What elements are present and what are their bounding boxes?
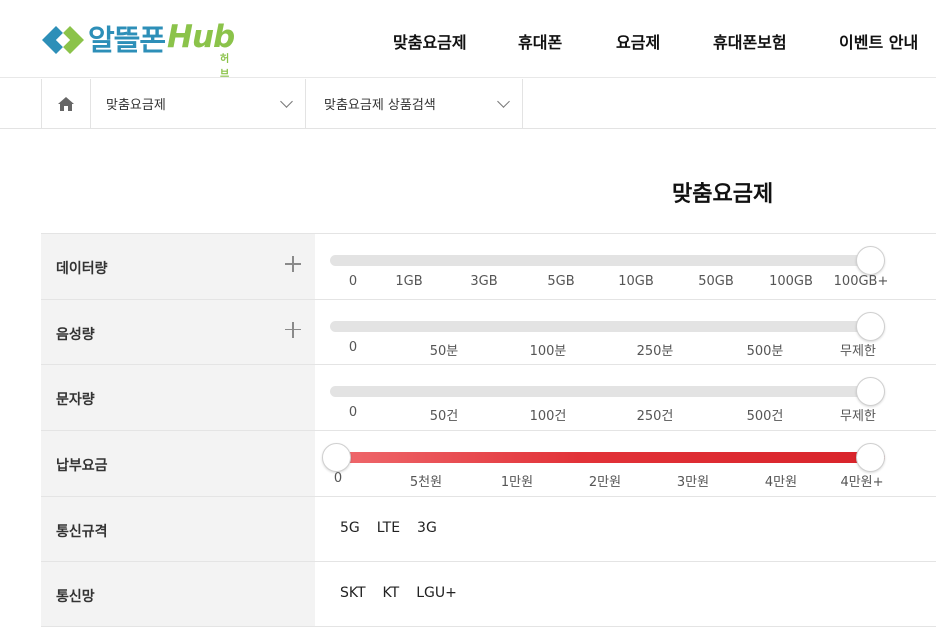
filter-label: 납부요금 — [56, 458, 108, 475]
slider-thumb-min[interactable] — [322, 443, 351, 473]
breadcrumb-level2-select[interactable]: 맞춤요금제 상품검색 — [305, 79, 523, 128]
filter-row-sms: 문자량 0 50건 100건 250건 500건 무제한 — [41, 364, 936, 431]
network-standard-options: 5G LTE 3G — [315, 497, 936, 562]
filter-label-cell: 통신망 — [41, 562, 315, 627]
plus-icon[interactable] — [285, 321, 301, 338]
filter-label-cell: 문자량 — [41, 365, 315, 431]
nav-item-phones[interactable]: 휴대폰 — [518, 29, 562, 53]
option-kt[interactable]: KT — [383, 585, 400, 601]
slider-tick: 250분 — [636, 343, 674, 359]
slider-tick: 100GB — [769, 274, 813, 289]
slider-tick: 1만원 — [500, 475, 534, 491]
slider-track-filled[interactable] — [330, 452, 885, 464]
filter-row-voice: 음성량 0 50분 100분 250분 500분 무제한 — [41, 298, 936, 365]
slider-tick: 0 — [333, 471, 343, 487]
slider-tick: 4만원+ — [840, 475, 884, 491]
filter-label-cell: 데이터량 — [41, 234, 315, 299]
filter-label: 음성량 — [56, 326, 95, 343]
slider-tick: 5GB — [547, 274, 575, 289]
home-icon — [58, 96, 74, 111]
filter-table: 데이터량 0 1GB 3GB 5GB 10GB 50GB 100GB 100GB… — [41, 233, 936, 628]
slider-tick: 무제한 — [840, 343, 876, 359]
option-skt[interactable]: SKT — [340, 585, 366, 601]
slider-tick: 250건 — [636, 409, 674, 425]
nav-item-phone-insurance[interactable]: 휴대폰보험 — [713, 29, 787, 53]
chevron-down-icon — [497, 95, 510, 108]
slider-tick: 500건 — [746, 409, 784, 425]
data-slider: 0 1GB 3GB 5GB 10GB 50GB 100GB 100GB+ — [315, 234, 936, 299]
chevron-down-icon — [280, 95, 293, 108]
logo-mark-icon — [42, 26, 84, 54]
slider-thumb[interactable] — [856, 311, 885, 341]
slider-tick: 1GB — [395, 274, 423, 289]
slider-track[interactable] — [330, 255, 885, 266]
slider-tick: 4만원 — [764, 475, 798, 491]
slider-tick: 2만원 — [588, 475, 622, 491]
site-header: 알뜰폰 Hub 허브 맞춤요금제 휴대폰 요금제 휴대폰보험 이벤트 안내 — [0, 0, 936, 80]
option-lgu[interactable]: LGU+ — [416, 585, 457, 601]
slider-tick: 50건 — [429, 409, 459, 425]
breadcrumb-home[interactable] — [41, 79, 90, 128]
filter-label-cell: 통신규격 — [41, 496, 315, 562]
slider-track[interactable] — [330, 320, 885, 332]
slider-tick: 100건 — [529, 409, 567, 425]
filter-row-data: 데이터량 0 1GB 3GB 5GB 10GB 50GB 100GB 100GB… — [41, 233, 936, 299]
site-logo[interactable]: 알뜰폰 Hub 허브 — [40, 18, 235, 80]
slider-tick: 50분 — [429, 343, 459, 359]
slider-tick: 10GB — [618, 274, 654, 289]
filter-label: 문자량 — [56, 392, 95, 409]
filter-label: 데이터량 — [56, 261, 108, 277]
page-title: 맞춤요금제 — [672, 182, 774, 207]
logo-wordmark: 알뜰폰 — [88, 23, 166, 57]
nav-item-events[interactable]: 이벤트 안내 — [839, 29, 918, 53]
nav-item-plans[interactable]: 요금제 — [616, 29, 660, 53]
option-5g[interactable]: 5G — [340, 520, 360, 536]
slider-tick: 100분 — [529, 343, 567, 359]
breadcrumb: 맞춤요금제 맞춤요금제 상품검색 — [0, 79, 936, 129]
slider-tick: 50GB — [698, 274, 734, 289]
option-lte[interactable]: LTE — [377, 520, 400, 536]
slider-tick: 500분 — [746, 343, 784, 359]
slider-thumb[interactable] — [856, 246, 885, 275]
slider-tick: 5천원 — [409, 475, 443, 491]
option-3g[interactable]: 3G — [417, 520, 437, 536]
fee-range-slider: 0 5천원 1만원 2만원 3만원 4만원 4만원+ — [315, 431, 936, 496]
slider-tick: 0 — [348, 274, 358, 289]
filter-label-cell: 납부요금 — [41, 431, 315, 496]
filter-row-network-standard: 통신규격 5G LTE 3G — [41, 495, 936, 562]
filter-label-cell: 음성량 — [41, 299, 315, 365]
sms-slider: 0 50건 100건 250건 500건 무제한 — [315, 365, 936, 430]
nav-item-custom-plan[interactable]: 맞춤요금제 — [393, 29, 467, 53]
slider-tick: 무제한 — [840, 409, 876, 425]
slider-track[interactable] — [330, 386, 885, 398]
breadcrumb-level2-label: 맞춤요금제 상품검색 — [324, 98, 436, 113]
logo-subtext: 허브 — [220, 54, 230, 80]
slider-tick: 3만원 — [676, 475, 710, 491]
slider-thumb-max[interactable] — [856, 443, 885, 473]
slider-tick: 0 — [348, 405, 358, 421]
slider-tick: 0 — [348, 339, 358, 355]
breadcrumb-level1-select[interactable]: 맞춤요금제 — [90, 79, 305, 128]
filter-row-fee: 납부요금 0 5천원 1만원 2만원 3만원 4만원 4만원+ — [41, 430, 936, 496]
breadcrumb-level1-label: 맞춤요금제 — [106, 98, 166, 113]
slider-thumb[interactable] — [856, 377, 885, 407]
slider-tick: 3GB — [470, 274, 498, 289]
carrier-options: SKT KT LGU+ — [315, 562, 936, 626]
plus-icon[interactable] — [285, 256, 301, 272]
filter-label: 통신규격 — [56, 523, 108, 540]
filter-row-carrier: 통신망 SKT KT LGU+ — [41, 561, 936, 628]
slider-tick: 100GB+ — [833, 274, 889, 289]
filter-label: 통신망 — [56, 589, 95, 606]
voice-slider: 0 50분 100분 250분 500분 무제한 — [315, 300, 936, 365]
